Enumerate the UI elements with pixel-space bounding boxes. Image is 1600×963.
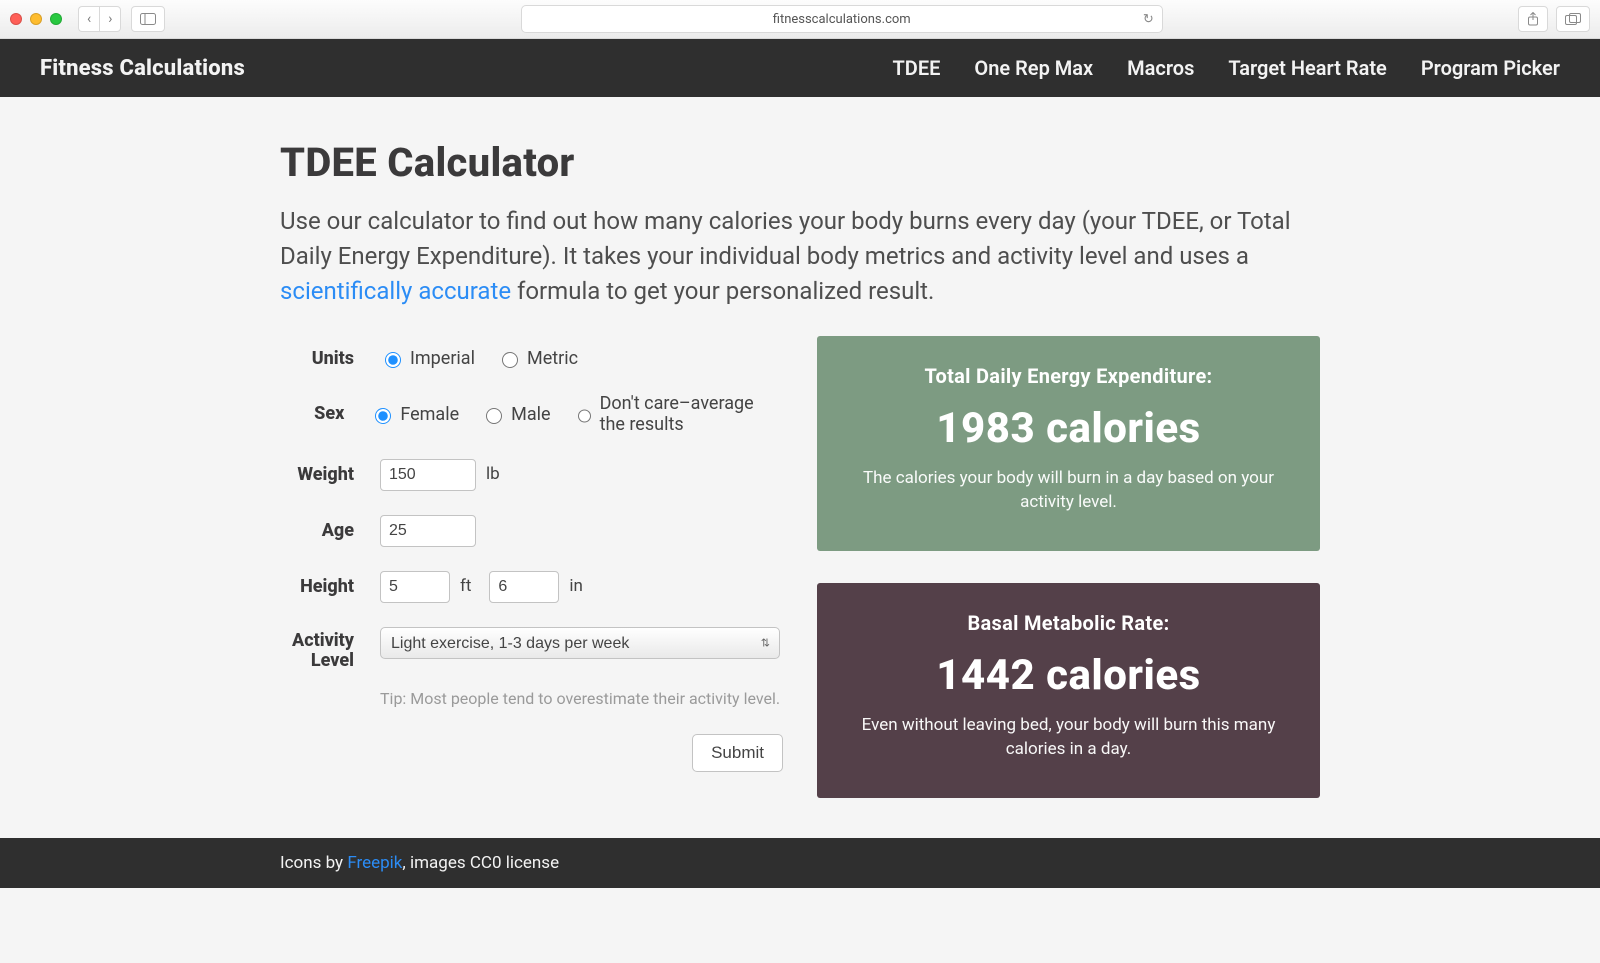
share-button[interactable] (1518, 6, 1548, 32)
window-controls (10, 13, 62, 25)
input-height-feet[interactable] (380, 571, 450, 603)
row-age: Age (280, 503, 783, 559)
footer-text-post: , images CC0 license (402, 853, 559, 873)
radio-sex-male[interactable]: Male (481, 404, 550, 425)
forward-button[interactable]: › (99, 6, 121, 32)
page-content: TDEE Calculator Use our calculator to fi… (280, 97, 1320, 838)
navigation-buttons: ‹ › (78, 6, 121, 32)
label-weight: Weight (280, 465, 354, 485)
nav-link-macros[interactable]: Macros (1127, 56, 1194, 80)
input-age[interactable] (380, 515, 476, 547)
close-window-icon[interactable] (10, 13, 22, 25)
radio-units-metric[interactable]: Metric (497, 348, 578, 369)
label-activity: Activity Level (280, 627, 354, 671)
bmr-desc: Even without leaving bed, your body will… (851, 714, 1286, 762)
unit-inches: in (569, 576, 583, 596)
radio-input-male[interactable] (486, 408, 502, 424)
browser-toolbar: ‹ › fitnesscalculations.com ↻ + (0, 0, 1600, 39)
tile-bmr: Basal Metabolic Rate: 1442 calories Even… (817, 583, 1320, 798)
results-column: Total Daily Energy Expenditure: 1983 cal… (817, 336, 1320, 797)
nav-link-one-rep-max[interactable]: One Rep Max (974, 56, 1093, 80)
nav-link-tdee[interactable]: TDEE (893, 56, 941, 80)
brand[interactable]: Fitness Calculations (40, 56, 245, 81)
reload-icon[interactable]: ↻ (1143, 12, 1154, 27)
row-sex: Sex Female Male Don't care–average the r… (280, 381, 783, 447)
label-height: Height (280, 577, 354, 597)
radio-input-imperial[interactable] (385, 352, 401, 368)
label-age: Age (280, 521, 354, 541)
bmr-value: 1442 calories (851, 651, 1286, 700)
minimize-window-icon[interactable] (30, 13, 42, 25)
unit-weight: lb (486, 464, 500, 484)
input-height-inches[interactable] (489, 571, 559, 603)
radio-input-female[interactable] (375, 408, 391, 424)
nav-link-program[interactable]: Program Picker (1421, 56, 1560, 80)
site-footer: Icons by Freepik, images CC0 license (0, 838, 1600, 888)
label-units: Units (280, 349, 354, 369)
url-text: fitnesscalculations.com (773, 12, 911, 27)
tdee-value: 1983 calories (851, 404, 1286, 453)
radio-sex-female[interactable]: Female (370, 404, 459, 425)
tdee-desc: The calories your body will burn in a da… (851, 467, 1286, 515)
back-button[interactable]: ‹ (78, 6, 99, 32)
nav-link-heart-rate[interactable]: Target Heart Rate (1228, 56, 1386, 80)
footer-text-pre: Icons by (280, 853, 347, 873)
select-activity-level[interactable]: Light exercise, 1-3 days per week (380, 627, 780, 659)
lead-paragraph: Use our calculator to find out how many … (280, 204, 1320, 308)
radio-sex-average[interactable]: Don't care–average the results (573, 393, 783, 435)
activity-tip: Tip: Most people tend to overestimate th… (280, 683, 783, 708)
lead-text-post: formula to get your personalized result. (511, 277, 934, 305)
show-sidebar-button[interactable] (131, 6, 165, 32)
label-sex: Sex (280, 404, 344, 424)
site-nav: Fitness Calculations TDEE One Rep Max Ma… (0, 39, 1600, 97)
row-height: Height ft in (280, 559, 783, 615)
unit-feet: ft (460, 576, 471, 596)
submit-button[interactable]: Submit (692, 734, 783, 772)
bmr-heading: Basal Metabolic Rate: (851, 611, 1286, 635)
tile-tdee: Total Daily Energy Expenditure: 1983 cal… (817, 336, 1320, 551)
nav-links: TDEE One Rep Max Macros Target Heart Rat… (893, 56, 1560, 80)
page-title: TDEE Calculator (280, 139, 1320, 186)
footer-link[interactable]: Freepik (347, 853, 402, 873)
tdee-heading: Total Daily Energy Expenditure: (851, 364, 1286, 388)
row-weight: Weight lb (280, 447, 783, 503)
lead-link[interactable]: scientifically accurate (280, 277, 511, 305)
calculator-form: Units Imperial Metric Sex (280, 336, 783, 772)
radio-input-metric[interactable] (502, 352, 518, 368)
lead-text-pre: Use our calculator to find out how many … (280, 207, 1291, 270)
radio-input-average[interactable] (578, 408, 591, 424)
address-bar[interactable]: fitnesscalculations.com ↻ (521, 5, 1163, 33)
input-weight[interactable] (380, 459, 476, 491)
tabs-button[interactable] (1556, 6, 1590, 32)
row-activity: Activity Level Light exercise, 1-3 days … (280, 615, 783, 683)
row-units: Units Imperial Metric (280, 336, 783, 381)
zoom-window-icon[interactable] (50, 13, 62, 25)
radio-units-imperial[interactable]: Imperial (380, 348, 475, 369)
